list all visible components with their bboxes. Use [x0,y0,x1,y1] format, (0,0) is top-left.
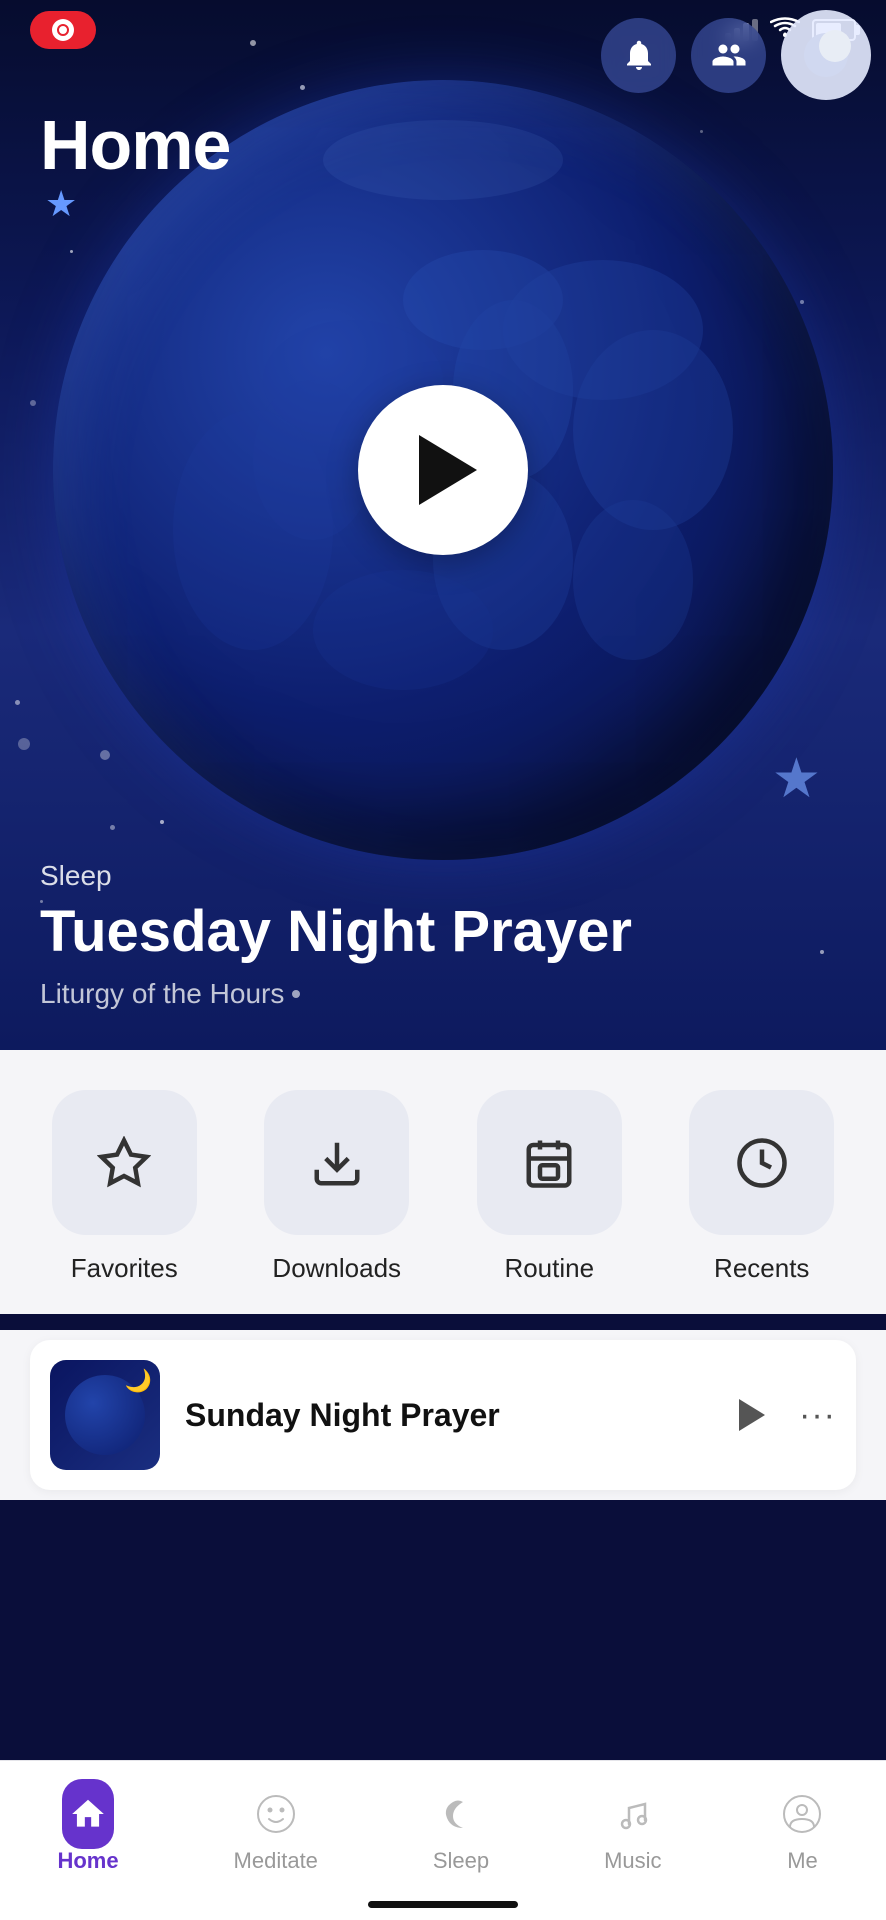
hero-title: Tuesday Night Prayer [40,900,632,964]
home-star-icon: ★ [45,183,77,225]
hero-content-info: Sleep Tuesday Night Prayer Liturgy of th… [40,860,632,1010]
recent-section: 🌙 Sunday Night Prayer ··· [0,1330,886,1500]
recents-label: Recents [714,1253,809,1284]
deco-star-right: ★ [772,746,821,810]
nav-item-meditate[interactable]: Meditate [214,1778,338,1884]
nav-music-label: Music [604,1848,661,1874]
downloads-icon-container [264,1090,409,1235]
calendar-icon [522,1136,576,1190]
quick-item-routine[interactable]: Routine [455,1090,644,1284]
quick-access-grid: Favorites Downloads [30,1090,856,1284]
star-icon [97,1136,151,1190]
recents-icon-container [689,1090,834,1235]
nav-home-icon [62,1788,114,1840]
community-button[interactable] [691,18,766,93]
deco-dot-top [250,40,256,46]
nav-meditate-icon [250,1788,302,1840]
nav-item-me[interactable]: Me [756,1778,848,1884]
download-icon [310,1136,364,1190]
recent-thumb-moon: 🌙 [125,1368,152,1394]
downloads-label: Downloads [272,1253,401,1284]
nav-sleep-icon [435,1788,487,1840]
subtitle-dot [292,990,300,998]
play-button[interactable] [358,385,528,555]
header-buttons [601,10,871,100]
nav-meditate-label: Meditate [234,1848,318,1874]
recent-controls: ··· [724,1388,836,1443]
hero-category: Sleep [40,860,632,892]
status-bar-left [30,11,96,49]
page-title-area: Home ★ [40,105,230,185]
nav-item-music[interactable]: Music [584,1778,681,1884]
nav-home-label: Home [57,1848,118,1874]
hero-subtitle: Liturgy of the Hours [40,978,632,1010]
nav-sleep-label: Sleep [433,1848,489,1874]
quick-access-section: Favorites Downloads [0,1050,886,1314]
routine-icon-container [477,1090,622,1235]
recording-indicator [30,11,96,49]
recent-info: Sunday Night Prayer [185,1397,699,1434]
quick-item-downloads[interactable]: Downloads [243,1090,432,1284]
nav-item-home[interactable]: Home [37,1778,138,1884]
favorites-label: Favorites [71,1253,178,1284]
nav-me-label: Me [787,1848,818,1874]
globe [53,80,833,860]
quick-item-favorites[interactable]: Favorites [30,1090,219,1284]
nav-music-icon [607,1788,659,1840]
bottom-navigation: Home Meditate Sleep [0,1760,886,1920]
theme-toggle-button[interactable] [781,10,871,100]
notifications-button[interactable] [601,18,676,93]
nav-me-icon [776,1788,828,1840]
deco-dot-left [18,738,30,750]
recent-more-button[interactable]: ··· [799,1396,836,1435]
routine-label: Routine [504,1253,594,1284]
recent-play-icon [739,1399,765,1431]
play-icon [419,435,477,505]
quick-item-recents[interactable]: Recents [668,1090,857,1284]
recent-play-button[interactable] [724,1388,779,1443]
recent-item-title: Sunday Night Prayer [185,1397,699,1434]
recent-thumbnail: 🌙 [50,1360,160,1470]
nav-item-sleep[interactable]: Sleep [413,1778,509,1884]
recent-item: 🌙 Sunday Night Prayer ··· [30,1340,856,1490]
recording-dot [52,19,74,41]
clock-icon [735,1136,789,1190]
page-title-text: Home [40,105,230,185]
deco-dot-left2 [110,825,115,830]
home-indicator [368,1901,518,1908]
favorites-icon-container [52,1090,197,1235]
